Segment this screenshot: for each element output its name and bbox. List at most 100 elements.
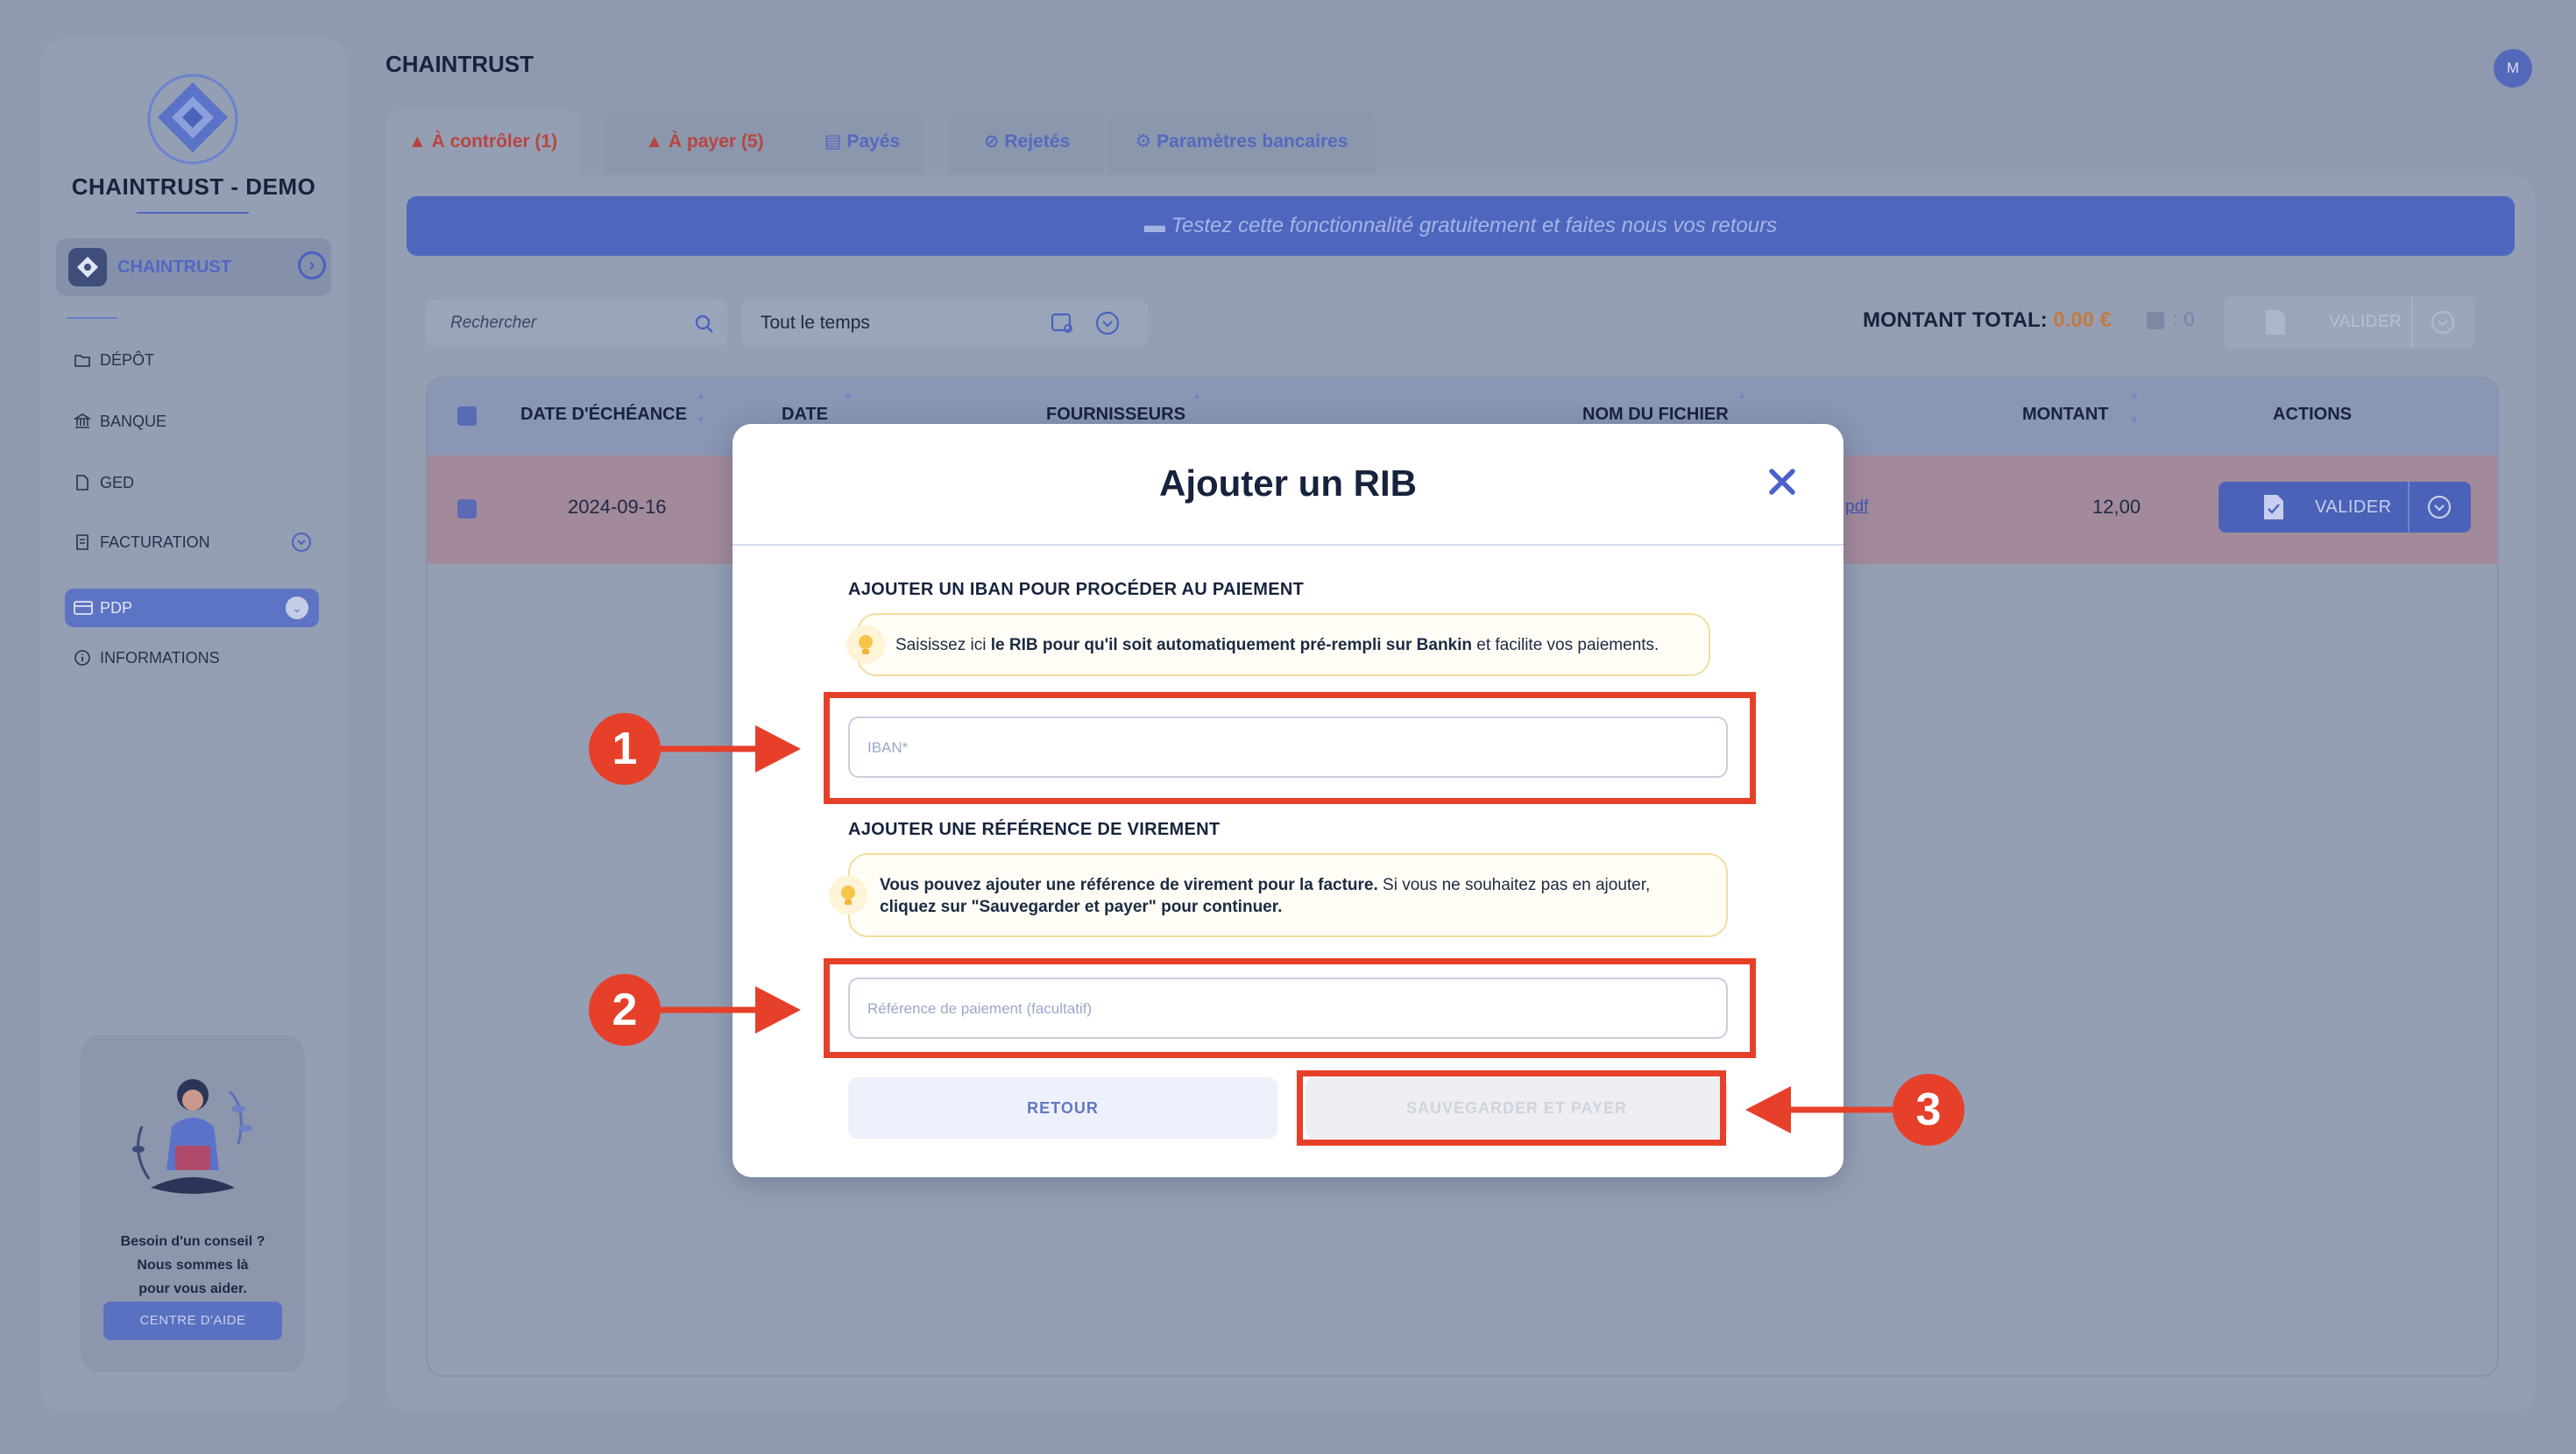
iban-section-label: AJOUTER UN IBAN POUR PROCÉDER AU PAIEMEN… xyxy=(848,580,1305,599)
period-select[interactable]: Tout le temps xyxy=(741,300,1148,347)
sort-icon[interactable]: ▲ xyxy=(1737,389,1749,417)
help-card: Besoin d'un conseil ? Nous sommes là pou… xyxy=(81,1035,305,1372)
tab-rejetes[interactable]: ⊘ Rejetés xyxy=(950,110,1104,177)
step-badge-1: 1 xyxy=(589,713,661,785)
avatar[interactable]: M xyxy=(2494,49,2532,88)
row-validate-button[interactable]: VALIDER xyxy=(2219,482,2471,533)
card-icon xyxy=(74,601,93,615)
sidebar-item-informations[interactable]: INFORMATIONS xyxy=(74,645,220,671)
button-divider xyxy=(2411,296,2413,349)
selected-checkbox-icon xyxy=(2147,312,2164,329)
document-check-icon xyxy=(2264,495,2283,519)
iban-hint-text: Saisissez ici le RIB pour qu'il soit aut… xyxy=(895,634,1659,656)
row-checkbox[interactable] xyxy=(457,499,477,519)
highlight-reference xyxy=(824,958,1756,1058)
iban-hint: Saisissez ici le RIB pour qu'il soit aut… xyxy=(846,613,1710,676)
hint-text: Si vous ne souhaitez pas en ajouter, xyxy=(1377,876,1651,894)
tab-a-payer[interactable]: ▲ À payer (5) xyxy=(605,110,804,177)
tab-label: Rejetés xyxy=(1004,131,1071,152)
hint-bold-text: le RIB pour qu'il soit automatiquement p… xyxy=(990,636,1472,654)
help-line: pour vous aider. xyxy=(138,1281,247,1296)
close-icon[interactable] xyxy=(1765,464,1800,499)
hint-text: et facilite vos paiements. xyxy=(1472,636,1660,654)
sidebar-item-facturation[interactable]: FACTURATION xyxy=(74,529,312,555)
button-divider xyxy=(2408,482,2410,533)
invoice-icon xyxy=(76,534,88,550)
page-title: CHAINTRUST xyxy=(386,51,534,77)
ticket-icon: ▬ xyxy=(1143,214,1165,237)
lightbulb-icon xyxy=(846,625,885,664)
organization-underline xyxy=(137,212,249,214)
document-check-icon xyxy=(2266,310,2285,335)
total-label: MONTANT TOTAL: xyxy=(1863,308,2048,332)
reference-hint-text: Vous pouvez ajouter une référence de vir… xyxy=(880,874,1712,918)
column-header: ACTIONS xyxy=(2273,405,2352,424)
column-header[interactable]: NOM DU FICHIER xyxy=(1582,405,1729,425)
sidebar-item-ged[interactable]: GED xyxy=(74,469,134,496)
help-center-button[interactable]: CENTRE D'AIDE xyxy=(103,1302,282,1340)
tab-label: Paramètres bancaires xyxy=(1157,131,1348,152)
selected-count: : 0 xyxy=(2173,308,2195,330)
tab-payes[interactable]: ▤ Payés xyxy=(801,110,924,177)
banner-text: Testez cette fonctionnalité gratuitement… xyxy=(1171,214,1778,237)
organization-name: CHAINTRUST - DEMO xyxy=(71,173,316,200)
due-date-cell: 2024-09-16 xyxy=(568,496,667,518)
help-line: Besoin d'un conseil ? xyxy=(120,1234,265,1249)
period-value: Tout le temps xyxy=(761,313,870,333)
tab-parametres-bancaires[interactable]: ⚙ Paramètres bancaires xyxy=(1108,110,1376,177)
chevron-down-icon[interactable] xyxy=(2431,310,2455,335)
file-link[interactable]: pdf xyxy=(1845,498,1868,517)
company-logo-icon xyxy=(68,248,107,286)
bulk-validate-button[interactable]: VALIDER xyxy=(2224,296,2474,349)
sidebar-item-label: BANQUE xyxy=(100,412,167,430)
reference-hint: Vous pouvez ajouter une référence de vir… xyxy=(829,853,1728,937)
arrow-right-icon xyxy=(661,725,801,773)
select-all-checkbox[interactable] xyxy=(457,406,477,426)
help-line: Nous sommes là xyxy=(137,1258,249,1273)
hint-bold-text: Vous pouvez ajouter une référence de vir… xyxy=(880,876,1378,894)
sort-icon[interactable]: ▲ xyxy=(843,389,855,417)
tab-a-controler[interactable]: ▲ À contrôler (1) xyxy=(386,110,580,177)
ban-icon: ⊘ xyxy=(983,131,1000,152)
help-text: Besoin d'un conseil ? Nous sommes là pou… xyxy=(81,1230,305,1301)
company-label: CHAINTRUST xyxy=(117,258,231,277)
sidebar-item-label: DÉPÔT xyxy=(100,350,155,369)
hint-bold-text: cliquez sur "Sauvegarder et payer" pour … xyxy=(880,898,1283,916)
reference-section-label: AJOUTER UNE RÉFÉRENCE DE VIREMENT xyxy=(848,820,1221,839)
column-header[interactable]: MONTANT xyxy=(2022,405,2109,425)
highlight-iban xyxy=(824,692,1756,804)
chevron-down-icon[interactable]: ⌄ xyxy=(286,596,308,619)
step-badge-3: 3 xyxy=(1893,1074,1964,1146)
back-button[interactable]: RETOUR xyxy=(848,1077,1277,1139)
arrow-right-icon xyxy=(661,986,801,1034)
card-icon: ▤ xyxy=(824,131,842,152)
info-icon xyxy=(74,650,90,666)
search-placeholder: Rechercher xyxy=(450,314,537,332)
arrow-left-icon xyxy=(1745,1086,1894,1133)
search-input[interactable]: Rechercher xyxy=(426,300,727,347)
sidebar-item-pdp[interactable]: PDP ⌄ xyxy=(65,589,319,627)
amount-cell: 12,00 xyxy=(2092,496,2141,518)
column-header[interactable]: DATE D'ÉCHÉANCE xyxy=(520,405,687,425)
lightbulb-icon xyxy=(829,876,867,914)
sidebar-item-depot[interactable]: DÉPÔT xyxy=(74,347,154,373)
column-header[interactable]: FOURNISSEURS xyxy=(1046,405,1185,425)
sort-icon[interactable]: ▲ ▼ xyxy=(696,389,708,426)
sidebar-item-banque[interactable]: BANQUE xyxy=(74,408,166,434)
chevron-down-icon[interactable] xyxy=(2427,495,2452,519)
company-selector[interactable]: CHAINTRUST › xyxy=(56,238,331,296)
highlight-save-button xyxy=(1297,1070,1726,1146)
chevron-down-icon[interactable] xyxy=(291,532,312,553)
chevron-right-icon[interactable]: › xyxy=(298,251,326,279)
document-icon xyxy=(76,475,88,491)
warning-icon: ▲ xyxy=(645,131,664,152)
sidebar-separator xyxy=(67,317,117,319)
sort-icon[interactable]: ▲ xyxy=(1192,389,1204,417)
search-icon xyxy=(695,314,713,333)
person-with-laptop-illustration xyxy=(132,1079,252,1194)
column-header[interactable]: DATE xyxy=(782,405,828,425)
calendar-search-icon[interactable] xyxy=(1050,311,1076,335)
chevron-down-icon[interactable] xyxy=(1095,311,1120,335)
sort-icon[interactable]: ▲ ▼ xyxy=(2129,389,2141,426)
folder-upload-icon xyxy=(74,355,90,367)
